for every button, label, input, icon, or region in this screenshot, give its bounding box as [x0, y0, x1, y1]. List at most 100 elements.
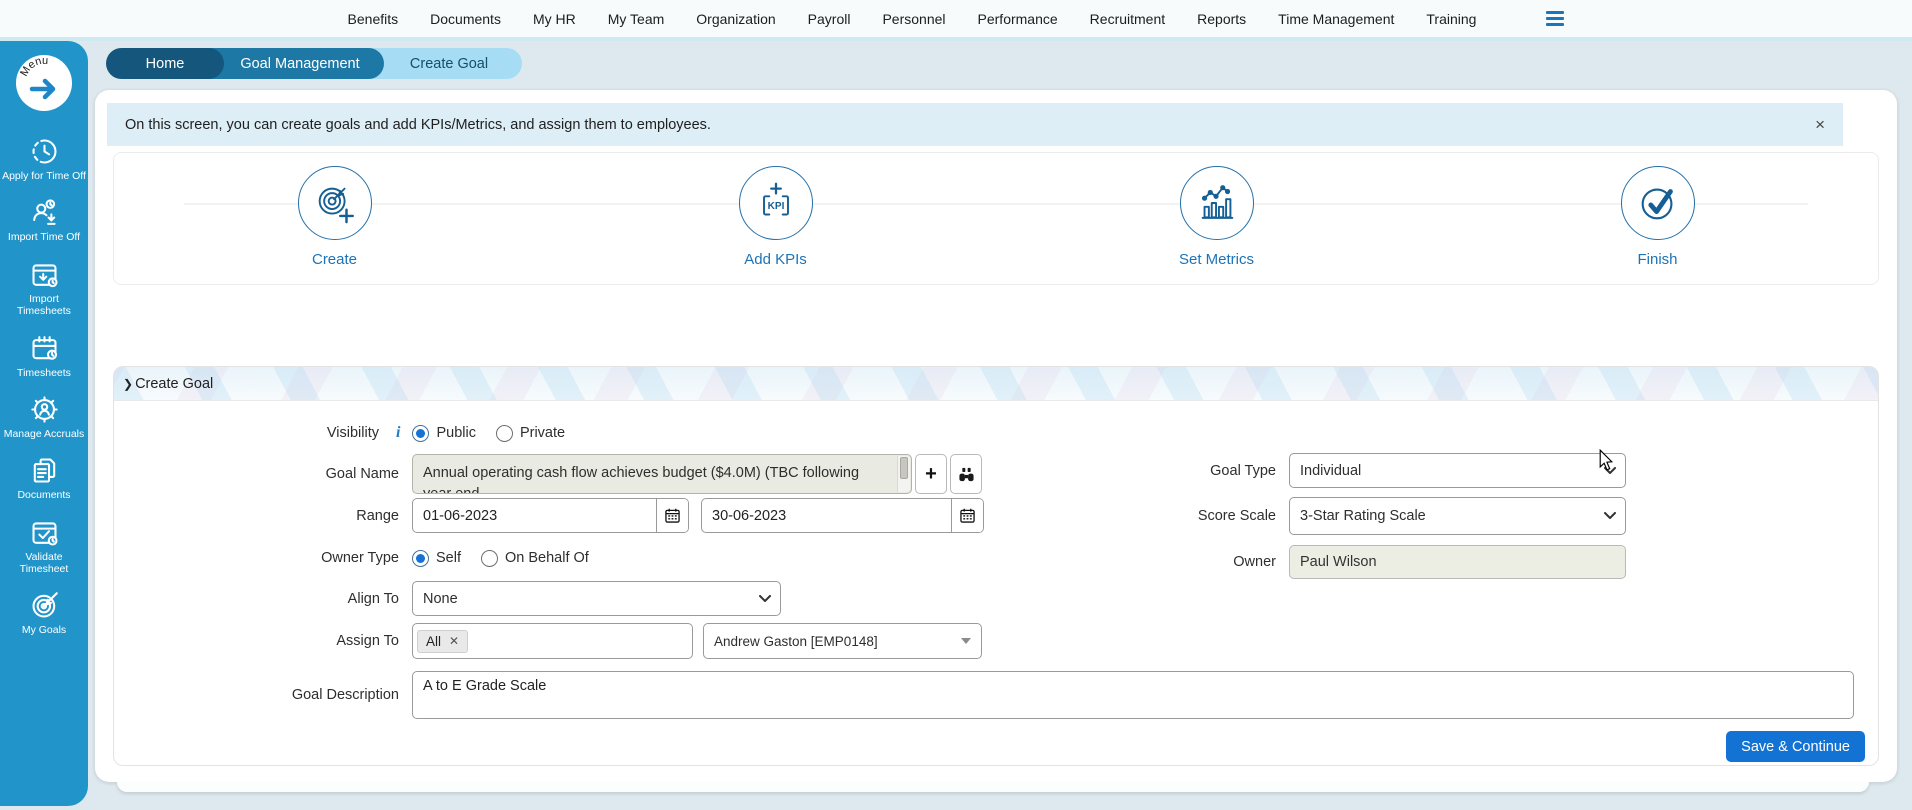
- goal-type-row: Goal Type Individual: [991, 453, 1626, 488]
- score-scale-select[interactable]: 3-Star Rating Scale: [1289, 497, 1626, 535]
- search-goal-button[interactable]: [950, 454, 982, 494]
- breadcrumb-home[interactable]: Home: [106, 48, 224, 79]
- sidebar-item-import-timesheets[interactable]: Import Timesheets: [0, 259, 88, 318]
- assign-to-chip-all[interactable]: All ✕: [417, 630, 468, 653]
- visibility-private-radio[interactable]: [496, 425, 513, 442]
- goal-name-textarea[interactable]: Annual operating cash flow achieves budg…: [412, 454, 912, 494]
- hamburger-menu-icon[interactable]: [1546, 11, 1564, 26]
- goal-name-row: Goal Name Annual operating cash flow ach…: [114, 454, 982, 494]
- score-scale-label: Score Scale: [991, 508, 1289, 524]
- main-content: Home Goal Management Create Goal On this…: [88, 41, 1912, 810]
- wizard-step-create[interactable]: Create: [114, 153, 555, 284]
- goal-type-select[interactable]: Individual: [1289, 453, 1626, 488]
- visibility-public-label: Public: [436, 425, 476, 441]
- chip-remove-icon[interactable]: ✕: [449, 635, 459, 647]
- range-row: Range: [114, 498, 984, 533]
- nav-item-training[interactable]: Training: [1426, 11, 1476, 27]
- create-step-circle: [298, 166, 372, 240]
- owner-type-self-label: Self: [436, 550, 461, 566]
- align-to-select[interactable]: None: [412, 581, 781, 616]
- kpi-plus-icon: KPI: [753, 180, 799, 226]
- sidebar-item-apply-time-off[interactable]: Apply for Time Off: [0, 136, 88, 182]
- dropdown-triangle-icon: [961, 638, 971, 644]
- owner-input[interactable]: [1289, 545, 1626, 579]
- chevron-down-icon: [1604, 467, 1616, 475]
- calendar-import-icon: [29, 259, 60, 290]
- banner-close-icon[interactable]: ×: [1815, 116, 1825, 133]
- nav-item-reports[interactable]: Reports: [1197, 11, 1246, 27]
- gear-person-icon: [29, 394, 60, 425]
- sidebar-item-my-goals[interactable]: My Goals: [0, 590, 88, 636]
- nav-item-my-hr[interactable]: My HR: [533, 11, 576, 27]
- visibility-row: Visibility i Public Private: [114, 421, 585, 445]
- nav-item-personnel[interactable]: Personnel: [882, 11, 945, 27]
- sidebar-item-timesheets[interactable]: Timesheets: [0, 333, 88, 379]
- set-metrics-step-circle: [1180, 166, 1254, 240]
- menu-arrow-icon: Menu: [15, 54, 73, 112]
- wizard-step-finish[interactable]: Finish: [1437, 153, 1878, 284]
- owner-type-on-behalf-radio[interactable]: [481, 550, 498, 567]
- sidebar-item-validate-timesheet[interactable]: Validate Timesheet: [0, 517, 88, 576]
- calendar-icon: [665, 508, 680, 523]
- range-start-input[interactable]: [413, 499, 656, 532]
- chevron-down-icon: [759, 595, 771, 603]
- left-sidebar: Menu Apply for Time Off Import Time Off: [0, 41, 88, 806]
- chevron-down-icon: [1604, 512, 1616, 520]
- sidebar-item-import-time-off[interactable]: Import Time Off: [0, 197, 88, 243]
- goal-description-textarea[interactable]: A to E Grade Scale: [412, 671, 1854, 719]
- sidebar-menu-expand-button[interactable]: Menu: [15, 54, 73, 112]
- nav-item-recruitment[interactable]: Recruitment: [1090, 11, 1165, 27]
- assign-to-row: Assign To All ✕ Andrew Gaston [EMP0148]: [114, 623, 982, 659]
- goal-name-scrollbar[interactable]: [897, 456, 910, 492]
- range-end-calendar-button[interactable]: [951, 499, 983, 532]
- add-goal-button[interactable]: +: [915, 454, 947, 494]
- section-chevron-icon: ❯: [123, 377, 133, 391]
- create-goal-form-card: ❯ Create Goal Visibility i Public: [113, 366, 1879, 766]
- goal-type-label: Goal Type: [991, 463, 1289, 479]
- owner-type-on-behalf-label: On Behalf Of: [505, 550, 589, 566]
- owner-type-row: Owner Type Self On Behalf Of: [114, 547, 609, 569]
- owner-row: Owner: [991, 545, 1626, 579]
- goal-target-icon: [29, 590, 60, 621]
- wizard-step-set-metrics[interactable]: Set Metrics: [996, 153, 1437, 284]
- sidebar-item-manage-accruals[interactable]: Manage Accruals: [0, 394, 88, 440]
- range-end-input[interactable]: [702, 499, 951, 532]
- nav-item-benefits[interactable]: Benefits: [348, 11, 399, 27]
- section-header[interactable]: ❯ Create Goal: [114, 367, 1878, 401]
- align-to-label: Align To: [114, 591, 412, 607]
- nav-item-time-management[interactable]: Time Management: [1278, 11, 1394, 27]
- nav-item-payroll[interactable]: Payroll: [808, 11, 851, 27]
- visibility-private-label: Private: [520, 425, 565, 441]
- owner-type-self-radio[interactable]: [412, 550, 429, 567]
- card-bottom-strip: [117, 782, 1869, 792]
- nav-item-documents[interactable]: Documents: [430, 11, 501, 27]
- add-kpis-step-circle: KPI: [739, 166, 813, 240]
- finish-step-circle: [1621, 166, 1695, 240]
- nav-item-performance[interactable]: Performance: [978, 11, 1058, 27]
- info-banner: On this screen, you can create goals and…: [107, 103, 1843, 146]
- visibility-public-radio[interactable]: [412, 425, 429, 442]
- assign-to-employee-select[interactable]: Andrew Gaston [EMP0148]: [703, 623, 982, 659]
- owner-label: Owner: [991, 554, 1289, 570]
- svg-text:KPI: KPI: [767, 201, 784, 212]
- range-end-field: [701, 498, 984, 533]
- range-label: Range: [114, 508, 412, 524]
- range-start-calendar-button[interactable]: [656, 499, 688, 532]
- assign-to-multiselect[interactable]: All ✕: [412, 623, 693, 659]
- goal-name-label: Goal Name: [114, 466, 412, 482]
- goal-description-row: Goal Description A to E Grade Scale: [114, 671, 1854, 719]
- section-title: Create Goal: [135, 376, 213, 392]
- nav-item-organization[interactable]: Organization: [696, 11, 775, 27]
- visibility-label: Visibility: [114, 425, 392, 441]
- nav-item-my-team[interactable]: My Team: [608, 11, 665, 27]
- wizard-step-add-kpis[interactable]: KPI Add KPIs: [555, 153, 996, 284]
- sidebar-item-documents[interactable]: Documents: [0, 455, 88, 501]
- owner-type-label: Owner Type: [114, 550, 412, 566]
- calendar-icon: [960, 508, 975, 523]
- score-scale-row: Score Scale 3-Star Rating Scale: [991, 497, 1626, 535]
- finish-check-icon: [1635, 180, 1681, 226]
- save-continue-button[interactable]: Save & Continue: [1726, 731, 1865, 762]
- info-icon[interactable]: i: [396, 424, 400, 442]
- documents-icon: [29, 455, 60, 486]
- binoculars-icon: [958, 467, 975, 482]
